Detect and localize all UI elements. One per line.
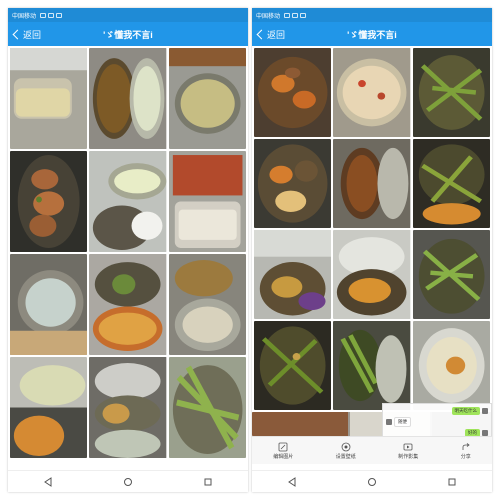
- bottom-toolbar: 编辑图片 设置壁纸 制作影集 分享: [252, 436, 492, 464]
- android-nav-bar: [252, 470, 492, 492]
- photo-thumbnail[interactable]: [412, 230, 490, 319]
- photo-thumbnail[interactable]: [10, 151, 88, 252]
- photo-thumbnail[interactable]: [168, 357, 246, 458]
- photo-thumbnail[interactable]: [333, 48, 411, 137]
- chevron-left-icon: [12, 29, 23, 39]
- photo-thumbnail[interactable]: [89, 254, 167, 355]
- photo-thumbnail[interactable]: [89, 151, 167, 252]
- tool-label: 制作影集: [398, 453, 419, 460]
- photo-thumbnail[interactable]: [254, 48, 332, 137]
- back-button[interactable]: 返回: [8, 28, 41, 41]
- photo-thumbnail[interactable]: [254, 230, 332, 319]
- left-phone-screen: 中国移动 返回 'ゞ懂我不言i: [8, 8, 248, 492]
- photo-thumbnail[interactable]: [333, 139, 411, 228]
- photo-thumbnail[interactable]: [254, 139, 332, 228]
- status-icons: [284, 12, 307, 18]
- photo-thumbnail[interactable]: [10, 254, 88, 355]
- photo-thumbnail[interactable]: [168, 151, 246, 252]
- carrier-label: 中国移动: [12, 13, 37, 20]
- photo-thumbnail[interactable]: [10, 357, 88, 458]
- album-title: 'ゞ懂我不言i: [347, 29, 397, 40]
- photo-thumbnail[interactable]: [168, 48, 246, 149]
- right-phone-screen: 中国移动 返回 'ゞ懂我不言i 明天吃什么 随便 好的 编辑图片 设置壁纸 制作…: [252, 8, 492, 492]
- photo-grid: [252, 46, 492, 412]
- album-title: 'ゞ懂我不言i: [103, 29, 153, 40]
- avatar: [386, 419, 392, 425]
- photo-thumbnail[interactable]: [412, 321, 490, 410]
- back-label: 返回: [267, 29, 286, 40]
- chat-message: 随便: [386, 417, 488, 427]
- recents-key-icon[interactable]: [198, 475, 218, 489]
- photo-thumbnail[interactable]: [412, 48, 490, 137]
- wallpaper-icon: [341, 442, 351, 452]
- back-button[interactable]: 返回: [252, 28, 285, 41]
- photo-thumbnail[interactable]: [89, 357, 167, 458]
- tool-label: 分享: [460, 453, 471, 460]
- chevron-left-icon: [256, 29, 267, 39]
- back-key-icon[interactable]: [38, 475, 58, 489]
- share-icon: [461, 442, 471, 452]
- home-key-icon[interactable]: [118, 475, 138, 489]
- status-icons: [40, 12, 63, 18]
- nav-bar: 返回 'ゞ懂我不言i: [8, 22, 248, 46]
- edit-icon: [278, 442, 288, 452]
- chat-bubble: 随便: [394, 417, 411, 427]
- back-label: 返回: [23, 29, 42, 40]
- status-bar: 中国移动: [8, 8, 248, 22]
- avatar: [482, 408, 488, 414]
- recents-key-icon[interactable]: [442, 475, 462, 489]
- chat-bubble: 明天吃什么: [451, 407, 480, 415]
- share-button[interactable]: 分享: [461, 442, 471, 460]
- photo-thumbnail[interactable]: [254, 321, 332, 410]
- status-bar: 中国移动: [252, 8, 492, 22]
- make-album-button[interactable]: 制作影集: [398, 442, 418, 460]
- photo-thumbnail[interactable]: [333, 230, 411, 319]
- home-key-icon[interactable]: [362, 475, 382, 489]
- photo-thumbnail[interactable]: [412, 139, 490, 228]
- back-key-icon[interactable]: [282, 475, 302, 489]
- nav-bar: 返回 'ゞ懂我不言i: [252, 22, 492, 46]
- set-wallpaper-button[interactable]: 设置壁纸: [336, 442, 356, 460]
- photo-grid: [8, 46, 248, 460]
- chat-message: 明天吃什么: [386, 407, 488, 415]
- video-album-icon: [403, 442, 413, 452]
- screenshot-canvas: 中国移动 返回 'ゞ懂我不言i 中国移动 返回 'ゞ懂我不言i 明天吃什么 随便…: [0, 0, 500, 500]
- photo-thumbnail[interactable]: [89, 48, 167, 149]
- android-nav-bar: [8, 470, 248, 492]
- photo-thumbnail[interactable]: [10, 48, 88, 149]
- photo-thumbnail[interactable]: [168, 254, 246, 355]
- tool-label: 设置壁纸: [335, 453, 356, 460]
- carrier-label: 中国移动: [256, 13, 281, 20]
- tool-label: 编辑图片: [273, 453, 294, 460]
- edit-photo-button[interactable]: 编辑图片: [273, 442, 293, 460]
- photo-thumbnail[interactable]: [333, 321, 411, 410]
